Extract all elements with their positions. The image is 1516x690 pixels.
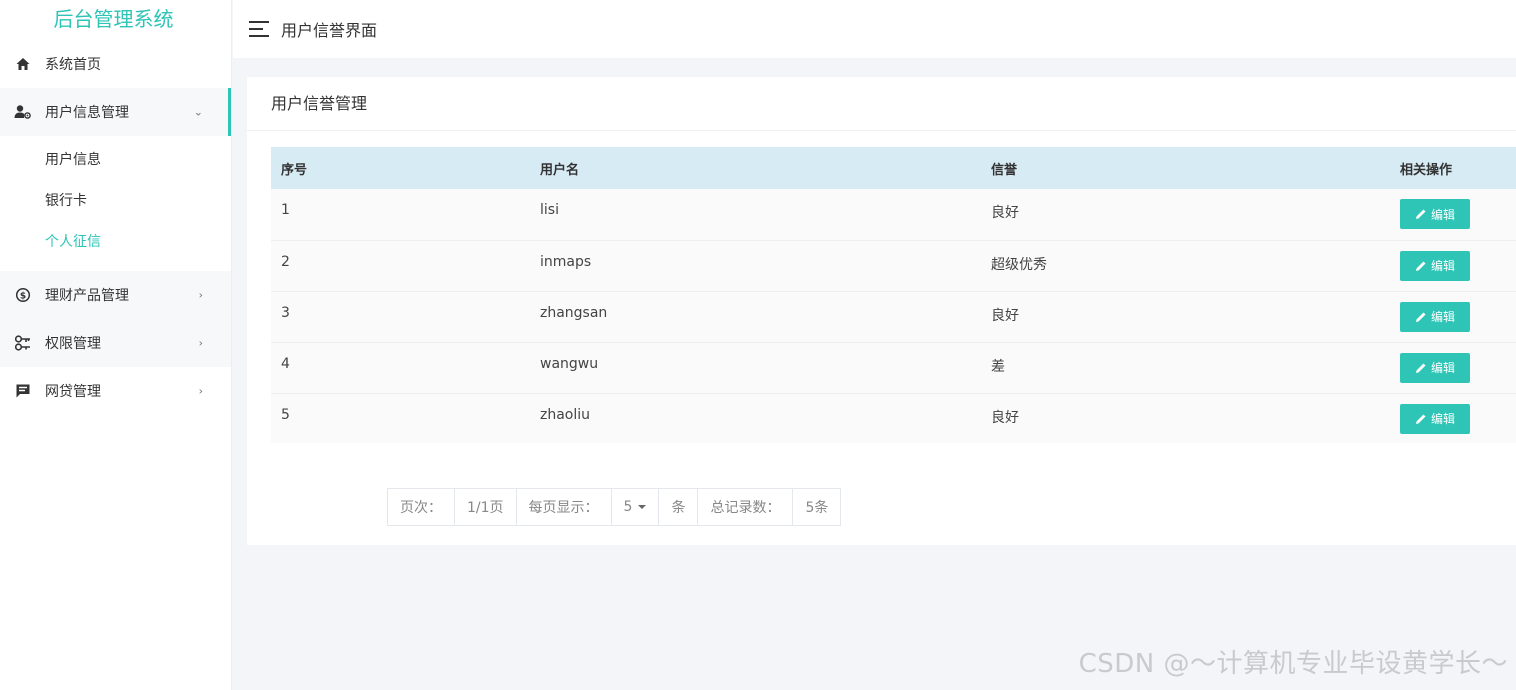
column-header-id: 序号 xyxy=(281,162,308,178)
pager-total-value: 5条 xyxy=(805,500,829,516)
credit-table: 序号 用户名 信誉 相关操作 1 lisi 良好 编辑 2 inmaps 超级优… xyxy=(271,147,1516,443)
page-size-value: 5 xyxy=(623,499,633,515)
sidebar-item-loan-management[interactable]: 网贷管理 › xyxy=(0,367,231,415)
user-settings-icon xyxy=(14,103,32,121)
message-icon xyxy=(14,382,32,400)
pager-total-label: 总记录数： xyxy=(698,489,794,525)
edit-button[interactable]: 编辑 xyxy=(1400,250,1470,281)
top-header: 用户信誉界面 xyxy=(233,0,1516,58)
sidebar-item-finance-products[interactable]: $ 理财产品管理 › xyxy=(0,271,231,319)
pager-page-label: 页次： xyxy=(388,489,455,525)
table-row: 2 inmaps 超级优秀 编辑 xyxy=(271,240,1516,291)
edit-button-label: 编辑 xyxy=(1430,259,1455,273)
caret-down-icon xyxy=(638,505,647,509)
sidebar-sub-item-personal-credit[interactable]: 个人征信 xyxy=(0,222,231,263)
page-size-select[interactable]: 5 xyxy=(612,489,660,525)
cell-credit: 超级优秀 xyxy=(991,256,1047,273)
pencil-icon xyxy=(1415,362,1427,374)
sidebar-item-label: 理财产品管理 xyxy=(45,288,129,304)
cell-username: wangwu xyxy=(540,355,599,372)
pagination: 页次： 1/1页 每页显示： 5 条 总记录数： 5条 xyxy=(387,488,842,526)
cell-id: 1 xyxy=(281,202,290,218)
edit-button-label: 编辑 xyxy=(1430,310,1455,324)
sidebar-item-label: 权限管理 xyxy=(45,336,101,352)
edit-button[interactable]: 编辑 xyxy=(1400,199,1470,229)
sidebar-item-permissions[interactable]: 权限管理 › xyxy=(0,319,231,367)
chevron-right-icon: › xyxy=(198,336,203,350)
card-title: 用户信誉管理 xyxy=(247,77,1516,131)
edit-button-label: 编辑 xyxy=(1430,412,1455,426)
edit-button-label: 编辑 xyxy=(1430,361,1455,375)
column-header-username: 用户名 xyxy=(540,162,580,178)
cell-username: lisi xyxy=(540,202,559,218)
sidebar-item-label: 网贷管理 xyxy=(45,384,101,400)
pager-unit: 条 xyxy=(659,489,699,525)
sidebar-item-user-management[interactable]: 用户信息管理 ⌄ xyxy=(0,88,231,136)
edit-button-label: 编辑 xyxy=(1430,207,1455,222)
cell-id: 2 xyxy=(281,253,290,270)
cell-id: 5 xyxy=(281,406,290,423)
content-card: 用户信誉管理 序号 用户名 信誉 相关操作 1 lisi 良好 编辑 2 inm… xyxy=(247,77,1516,545)
sub-menu: 用户信息 银行卡 个人征信 xyxy=(0,136,231,271)
sidebar-item-label: 用户信息管理 xyxy=(45,105,129,121)
table-row: 4 wangwu 差 编辑 xyxy=(271,342,1516,393)
svg-text:$: $ xyxy=(20,292,26,302)
app-logo: 后台管理系统 xyxy=(53,7,174,31)
cell-credit: 良好 xyxy=(991,307,1019,324)
home-icon xyxy=(14,55,32,73)
watermark: CSDN @～计算机专业毕设黄学长～ xyxy=(1078,649,1508,679)
pencil-icon xyxy=(1415,260,1427,272)
cell-credit: 良好 xyxy=(991,205,1019,221)
chevron-right-icon: › xyxy=(198,288,203,302)
sidebar-sub-item-bank-card[interactable]: 银行卡 xyxy=(0,181,231,222)
key-icon xyxy=(14,334,32,352)
sidebar-sub-item-user-info[interactable]: 用户信息 xyxy=(0,140,231,181)
table-header-row: 序号 用户名 信誉 相关操作 xyxy=(271,147,1516,189)
cell-username: inmaps xyxy=(540,253,592,270)
cell-credit: 差 xyxy=(991,358,1005,375)
pencil-icon xyxy=(1415,311,1427,323)
table-row: 1 lisi 良好 编辑 xyxy=(271,189,1516,240)
cell-id: 3 xyxy=(281,304,290,321)
cell-id: 4 xyxy=(281,355,290,372)
pager-per-page-label: 每页显示： xyxy=(517,489,612,525)
column-header-credit: 信誉 xyxy=(991,162,1018,178)
sidebar: 后台管理系统 系统首页 用户信息管理 ⌄ 用户信息 银行卡 个人征信 $ 理财产… xyxy=(0,0,232,690)
sidebar-item-label: 系统首页 xyxy=(45,57,101,73)
cell-credit: 良好 xyxy=(991,409,1019,426)
cell-username: zhaoliu xyxy=(540,406,591,423)
edit-button[interactable]: 编辑 xyxy=(1400,352,1470,383)
pencil-icon xyxy=(1415,413,1427,425)
sidebar-item-home[interactable]: 系统首页 xyxy=(0,40,231,88)
chevron-right-icon: › xyxy=(198,384,203,398)
dollar-circle-icon: $ xyxy=(14,286,32,304)
page-title: 用户信誉界面 xyxy=(281,21,378,40)
edit-button[interactable]: 编辑 xyxy=(1400,301,1470,332)
cell-username: zhangsan xyxy=(540,304,608,321)
pencil-icon xyxy=(1415,208,1427,220)
pager-page-value: 1/1页 xyxy=(455,489,517,525)
menu-toggle-icon[interactable] xyxy=(249,21,269,37)
table-row: 3 zhangsan 良好 编辑 xyxy=(271,291,1516,342)
column-header-actions: 相关操作 xyxy=(1400,162,1453,178)
edit-button[interactable]: 编辑 xyxy=(1400,403,1470,434)
table-row: 5 zhaoliu 良好 编辑 xyxy=(271,393,1516,443)
chevron-down-icon: ⌄ xyxy=(193,105,203,119)
